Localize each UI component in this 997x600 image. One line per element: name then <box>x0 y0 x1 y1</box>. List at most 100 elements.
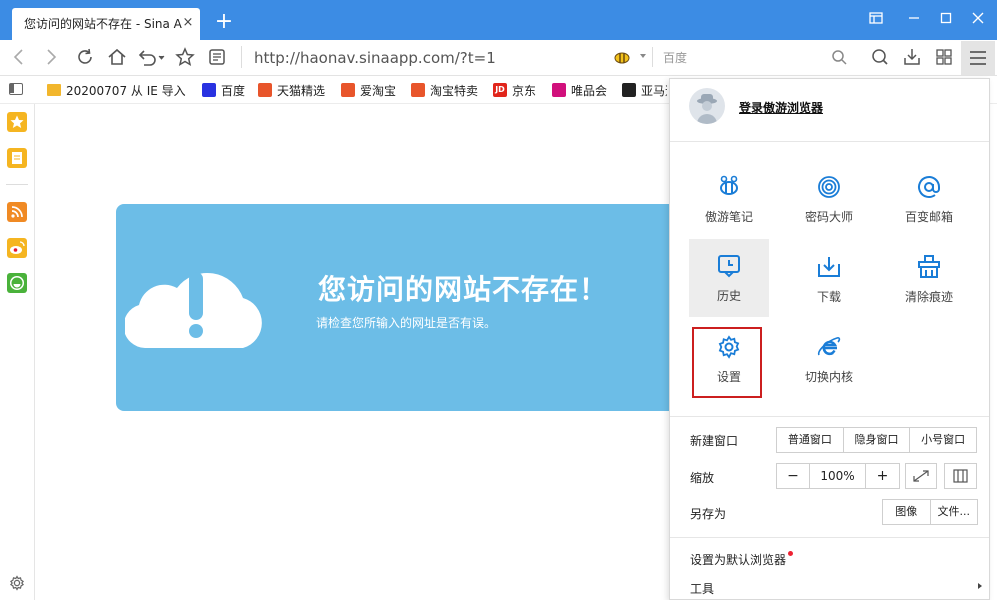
search-input[interactable]: 百度 <box>663 49 687 66</box>
weibo-icon[interactable] <box>7 238 27 258</box>
search-engine-dropdown-icon[interactable] <box>640 54 646 58</box>
vip-icon <box>552 83 566 97</box>
sidebar-settings-icon[interactable] <box>8 574 26 595</box>
sidebar-toggle-icon[interactable] <box>9 83 23 95</box>
split-view-icon <box>953 469 968 483</box>
browser-tab[interactable]: 您访问的网站不存在 - Sina A <box>12 8 200 40</box>
notes-icon[interactable] <box>7 148 27 168</box>
bookmark-label: 20200707 从 IE 导入 <box>66 83 186 98</box>
bookmark-item[interactable]: 爱淘宝 <box>341 81 396 99</box>
menu-item-ie[interactable]: 切换内核 <box>789 320 869 400</box>
menu-divider <box>670 416 989 417</box>
menu-divider <box>670 141 989 142</box>
submenu-arrow-icon <box>978 583 982 589</box>
menu-item-label: 密码大师 <box>804 210 853 224</box>
default-browser-item[interactable]: 设置为默认浏览器 <box>690 551 794 568</box>
taobao-icon <box>411 83 425 97</box>
back-icon[interactable] <box>8 46 30 68</box>
bookmark-item[interactable]: 百度 <box>202 81 245 99</box>
zoom-value: 100% <box>810 464 866 488</box>
search-icon[interactable] <box>828 46 850 68</box>
rss-icon[interactable] <box>7 202 27 222</box>
tools-menu-item[interactable]: 工具 <box>690 580 714 597</box>
bookmark-label: 亚马逊 <box>641 83 667 98</box>
favorite-star-icon[interactable] <box>174 46 196 68</box>
zoom-out-button[interactable]: − <box>777 464 810 488</box>
save-image-button[interactable]: 图像 <box>883 500 931 524</box>
ie-icon <box>817 337 841 356</box>
tools-icon[interactable] <box>869 46 891 68</box>
menu-item-download[interactable]: 下载 <box>789 240 869 320</box>
tab-title: 您访问的网站不存在 - Sina A <box>24 17 182 31</box>
private-window-button[interactable]: 隐身窗口 <box>844 428 911 452</box>
menu-item-fingerprint[interactable]: 密码大师 <box>789 160 869 240</box>
menu-item-history[interactable]: 历史 <box>689 239 769 317</box>
zoom-label: 缩放 <box>690 471 715 485</box>
reader-icon[interactable] <box>206 46 228 68</box>
fullscreen-button[interactable] <box>905 463 937 489</box>
menu-item-bee-note[interactable]: 傲游笔记 <box>689 160 769 240</box>
menu-item-label: 下载 <box>816 290 841 304</box>
bookmark-label: 淘宝特卖 <box>430 83 479 98</box>
menu-item-label: 历史 <box>716 289 741 303</box>
home-icon[interactable] <box>106 46 128 68</box>
address-bar[interactable]: http://haonav.sinaapp.com/?t=1 <box>254 49 594 67</box>
sidebar-divider <box>6 184 28 185</box>
taobao-icon <box>341 83 355 97</box>
hamburger-menu-icon <box>970 51 986 65</box>
default-browser-label: 设置为默认浏览器 <box>690 553 787 567</box>
cloud-warning-icon <box>123 250 263 350</box>
bookmark-item[interactable]: 亚马逊 <box>622 81 667 99</box>
bookmark-item[interactable]: 20200707 从 IE 导入 <box>47 81 186 99</box>
search-divider <box>652 47 653 67</box>
tab-close-icon[interactable]: × <box>181 14 195 32</box>
login-link[interactable]: 登录傲游浏览器 <box>739 99 823 116</box>
smiley-icon[interactable] <box>7 273 27 293</box>
zoom-in-button[interactable]: + <box>866 464 899 488</box>
minimize-icon[interactable] <box>904 10 924 30</box>
bookmark-label: 唯品会 <box>571 83 608 98</box>
bookmark-label: 天猫精选 <box>277 83 326 98</box>
download-icon <box>818 257 840 277</box>
menu-item-label: 百变邮箱 <box>904 210 953 224</box>
maximize-icon[interactable] <box>936 10 956 30</box>
alt-account-window-button[interactable]: 小号窗口 <box>910 428 976 452</box>
notification-dot <box>788 551 794 556</box>
mail-at-icon <box>918 176 940 198</box>
bookmark-item[interactable]: JD 京东 <box>493 81 536 99</box>
menu-item-label: 切换内核 <box>804 370 853 384</box>
download-tray-icon[interactable] <box>901 46 923 68</box>
history-icon <box>718 255 740 278</box>
split-view-button[interactable] <box>944 463 977 489</box>
undo-icon[interactable] <box>136 46 165 68</box>
menu-item-mail-at[interactable]: 百变邮箱 <box>889 160 969 240</box>
close-window-icon[interactable] <box>968 10 988 30</box>
taobao-icon <box>258 83 272 97</box>
bookmark-label: 爱淘宝 <box>360 83 397 98</box>
avatar[interactable] <box>689 88 725 124</box>
bookmark-item[interactable]: 淘宝特卖 <box>411 81 478 99</box>
menu-item-label: 傲游笔记 <box>704 210 753 224</box>
jd-icon: JD <box>493 83 507 97</box>
fingerprint-icon <box>818 176 840 198</box>
bee-icon[interactable] <box>611 46 633 68</box>
bookmark-item[interactable]: 天猫精选 <box>258 81 325 99</box>
menu-divider <box>670 537 989 538</box>
window-layout-icon[interactable] <box>866 10 886 30</box>
save-file-button[interactable]: 文件... <box>931 500 978 524</box>
menu-item-broom[interactable]: 清除痕迹 <box>889 240 969 320</box>
new-tab-button[interactable]: + <box>214 11 234 33</box>
zoom-control: − 100% + <box>776 463 900 489</box>
bookmark-item[interactable]: 唯品会 <box>552 81 607 99</box>
forward-icon[interactable] <box>40 46 62 68</box>
apps-grid-icon[interactable] <box>933 46 955 68</box>
main-menu-button[interactable] <box>961 41 995 75</box>
settings-highlight-box <box>692 327 762 398</box>
normal-window-button[interactable]: 普通窗口 <box>777 428 844 452</box>
favorites-icon[interactable] <box>7 112 27 132</box>
error-title: 您访问的网站不存在！ <box>318 273 609 306</box>
refresh-icon[interactable] <box>74 46 96 68</box>
bookmark-label: 京东 <box>512 83 537 98</box>
save-as-options: 图像 文件... <box>882 499 978 525</box>
fullscreen-icon <box>913 470 929 482</box>
